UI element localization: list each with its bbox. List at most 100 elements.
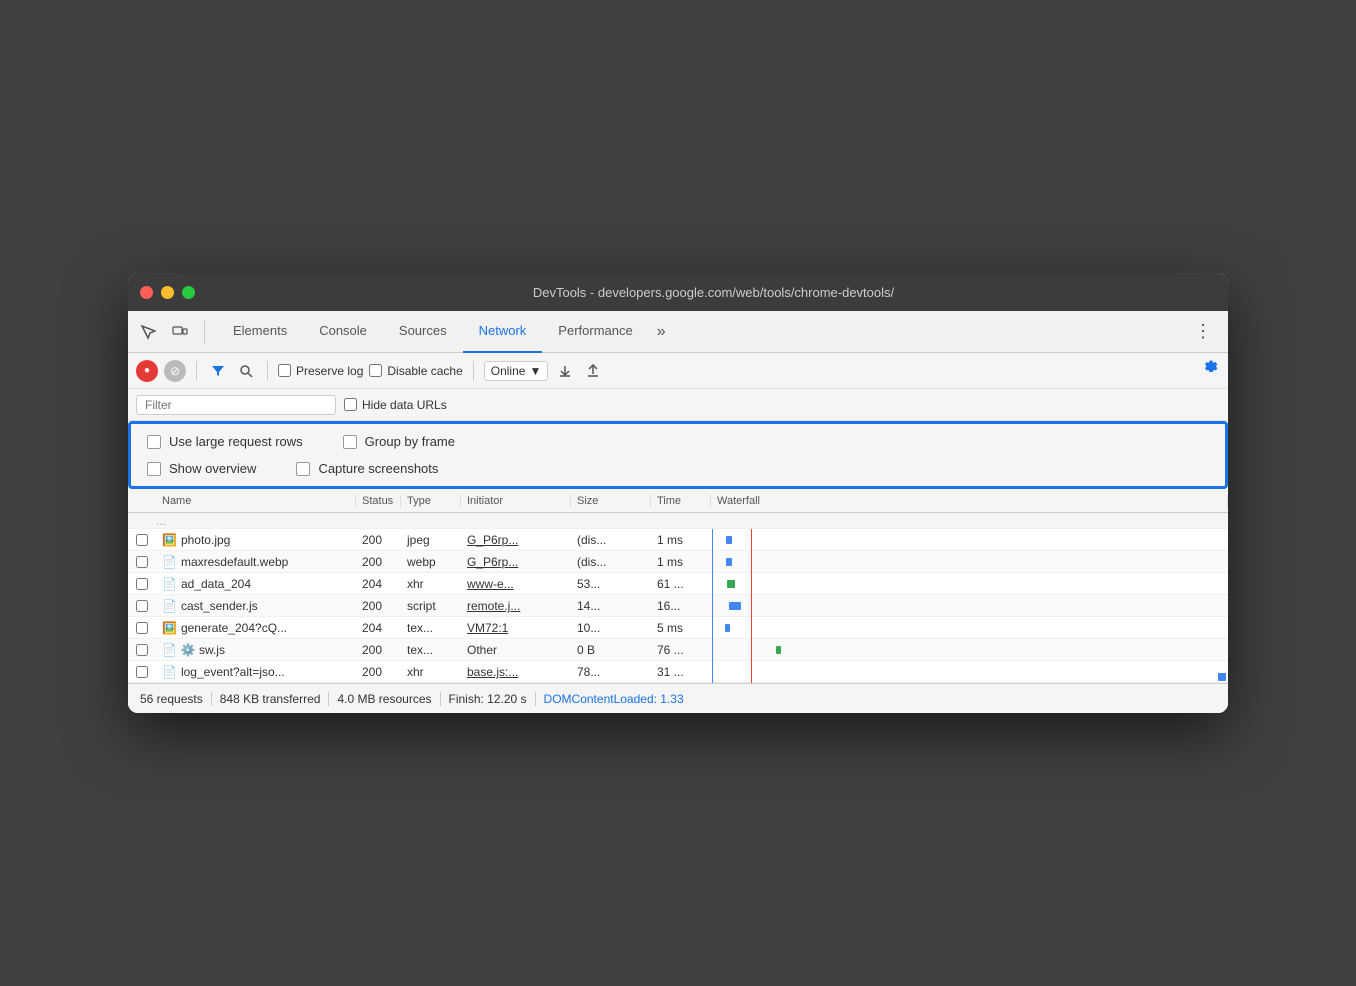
more-tabs-button[interactable]: » [649, 311, 674, 353]
devtools-menu-button[interactable]: ⋮ [1186, 321, 1220, 342]
row-time: 31 ... [651, 665, 711, 679]
row-initiator: remote.j... [461, 599, 571, 613]
row-type: tex... [401, 643, 461, 657]
record-button[interactable]: ● [136, 360, 158, 382]
group-by-frame-option[interactable]: Group by frame [343, 434, 455, 449]
row-time: 76 ... [651, 643, 711, 657]
row-size: 0 B [571, 643, 651, 657]
row-status: 200 [356, 599, 401, 613]
status-separator-4 [535, 692, 536, 706]
tab-console[interactable]: Console [303, 311, 383, 353]
status-separator-1 [211, 692, 212, 706]
row-type: tex... [401, 621, 461, 635]
options-row-2: Show overview Capture screenshots [147, 461, 1209, 476]
row-waterfall [711, 617, 1228, 639]
close-button[interactable] [140, 286, 153, 299]
row-size: 53... [571, 577, 651, 591]
row-size: (dis... [571, 555, 651, 569]
filter-icon[interactable] [207, 360, 229, 382]
toolbar-separator-3 [473, 361, 474, 381]
row-status: 200 [356, 555, 401, 569]
clear-button[interactable]: ⊘ [164, 360, 186, 382]
row-status: 200 [356, 665, 401, 679]
row-name: 🖼️photo.jpg [156, 533, 356, 547]
row-time: 1 ms [651, 533, 711, 547]
device-toolbar-icon[interactable] [168, 320, 192, 344]
partial-row: ... [128, 513, 1228, 529]
row-initiator: www-e... [461, 577, 571, 591]
hide-data-urls-checkbox[interactable]: Hide data URLs [344, 398, 447, 412]
show-overview-checkbox[interactable] [147, 462, 161, 476]
fullscreen-button[interactable] [182, 286, 195, 299]
inspect-icon[interactable] [136, 320, 160, 344]
header-time[interactable]: Time [651, 495, 711, 507]
row-waterfall [711, 551, 1228, 573]
row-size: 78... [571, 665, 651, 679]
large-request-rows-option[interactable]: Use large request rows [147, 434, 303, 449]
import-har-icon[interactable] [554, 360, 576, 382]
status-separator-2 [328, 692, 329, 706]
row-name: 📄ad_data_204 [156, 577, 356, 591]
row-checkbox[interactable] [128, 556, 156, 568]
header-name[interactable]: Name [156, 495, 356, 507]
header-waterfall[interactable]: Waterfall [711, 495, 1228, 507]
header-size[interactable]: Size [571, 495, 651, 507]
row-type: xhr [401, 577, 461, 591]
row-size: 14... [571, 599, 651, 613]
row-initiator: base.js:... [461, 665, 571, 679]
row-checkbox[interactable] [128, 644, 156, 656]
throttle-selector[interactable]: Online ▼ [484, 361, 549, 381]
row-checkbox[interactable] [128, 600, 156, 612]
network-toolbar: ● ⊘ Preserve log Disable cac [128, 353, 1228, 389]
filter-row: Hide data URLs [128, 389, 1228, 421]
table-header: Name Status Type Initiator Size Time Wat… [128, 489, 1228, 513]
show-overview-option[interactable]: Show overview [147, 461, 256, 476]
capture-screenshots-checkbox[interactable] [296, 462, 310, 476]
row-status: 200 [356, 643, 401, 657]
table-row[interactable]: 🖼️photo.jpg 200 jpeg G_P6rp... (dis... 1… [128, 529, 1228, 551]
row-type: webp [401, 555, 461, 569]
tab-performance[interactable]: Performance [542, 311, 648, 353]
row-status: 204 [356, 577, 401, 591]
row-checkbox[interactable] [128, 622, 156, 634]
row-time: 16... [651, 599, 711, 613]
settings-gear-icon[interactable] [1202, 359, 1220, 382]
row-size: (dis... [571, 533, 651, 547]
row-checkbox[interactable] [128, 666, 156, 678]
row-waterfall [711, 529, 1228, 551]
row-initiator: G_P6rp... [461, 533, 571, 547]
table-row[interactable]: 📄ad_data_204 204 xhr www-e... 53... 61 .… [128, 573, 1228, 595]
tab-network[interactable]: Network [463, 311, 543, 353]
table-row[interactable]: 📄maxresdefault.webp 200 webp G_P6rp... (… [128, 551, 1228, 573]
row-checkbox[interactable] [128, 534, 156, 546]
preserve-log-checkbox[interactable]: Preserve log [278, 364, 363, 378]
large-request-rows-checkbox[interactable] [147, 435, 161, 449]
row-status: 200 [356, 533, 401, 547]
header-type[interactable]: Type [401, 495, 461, 507]
row-waterfall [711, 595, 1228, 617]
group-by-frame-checkbox[interactable] [343, 435, 357, 449]
table-row[interactable]: 📄 ⚙️ sw.js 200 tex... Other 0 B 76 ... [128, 639, 1228, 661]
row-initiator: VM72:1 [461, 621, 571, 635]
search-icon[interactable] [235, 360, 257, 382]
row-checkbox[interactable] [128, 578, 156, 590]
table-row[interactable]: 🖼️generate_204?cQ... 204 tex... VM72:1 1… [128, 617, 1228, 639]
row-name: 📄log_event?alt=jso... [156, 665, 356, 679]
row-size: 10... [571, 621, 651, 635]
minimize-button[interactable] [161, 286, 174, 299]
toolbar-separator-2 [267, 361, 268, 381]
header-initiator[interactable]: Initiator [461, 495, 571, 507]
export-har-icon[interactable] [582, 360, 604, 382]
filter-input[interactable] [136, 395, 336, 415]
header-status[interactable]: Status [356, 495, 401, 507]
status-bar: 56 requests 848 KB transferred 4.0 MB re… [128, 683, 1228, 713]
table-row[interactable]: 📄log_event?alt=jso... 200 xhr base.js:..… [128, 661, 1228, 683]
row-initiator: Other [461, 643, 571, 657]
row-waterfall [711, 639, 1228, 661]
disable-cache-checkbox[interactable]: Disable cache [369, 364, 462, 378]
tab-sources[interactable]: Sources [383, 311, 463, 353]
capture-screenshots-option[interactable]: Capture screenshots [296, 461, 438, 476]
status-separator-3 [440, 692, 441, 706]
table-row[interactable]: 📄cast_sender.js 200 script remote.j... 1… [128, 595, 1228, 617]
tab-elements[interactable]: Elements [217, 311, 303, 353]
